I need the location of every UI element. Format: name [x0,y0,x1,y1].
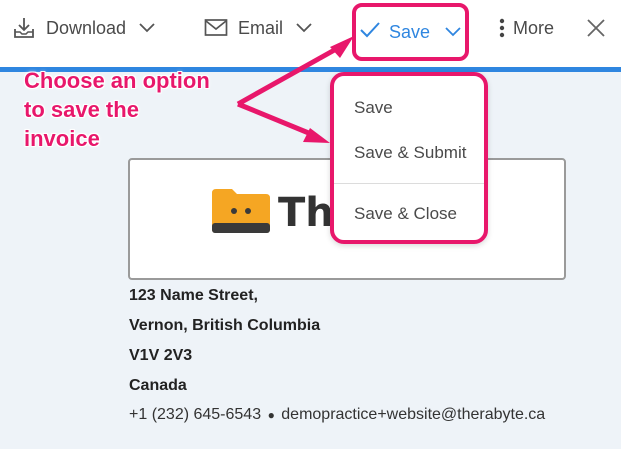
contact-phone: +1 (232) 645-6543 [129,406,262,423]
arrow-to-menu [237,101,317,139]
arrowhead-save [330,36,354,58]
contact-email: demopractice+website@therabyte.ca [281,406,546,423]
annotation-callout: Choose an option to save the invoice [24,66,210,153]
address-city: Vernon, British Columbia [129,317,321,334]
address-postal: V1V 2V3 [129,347,193,364]
address-country: Canada [129,377,187,394]
contact-line: +1 (232) 645-6543 ● demopractice+website… [129,406,545,424]
address-street: 123 Name Street, [129,287,258,304]
arrow-to-save-button [236,45,340,107]
annotation-line-3: invoice [24,126,100,151]
contact-separator: ● [267,408,275,422]
annotation-line-2: to save the [24,97,139,122]
annotation-line-1: Choose an option [24,68,210,93]
